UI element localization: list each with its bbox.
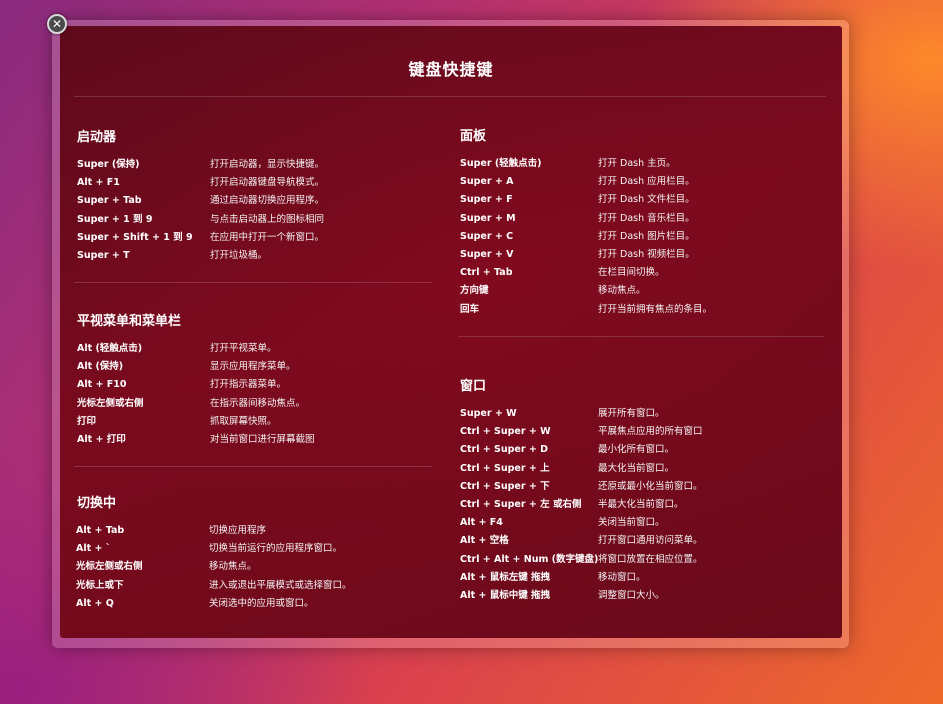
close-button[interactable]: ✕ bbox=[47, 14, 67, 34]
shortcut-key: Super + A bbox=[460, 176, 514, 188]
shortcut-description: 对当前窗口进行屏幕截图 bbox=[210, 433, 315, 445]
section-title-hud-menubar: 平视菜单和菜单栏 bbox=[77, 314, 182, 329]
shortcut-key: Super + T bbox=[77, 249, 130, 261]
shortcut-key: Ctrl + Alt + Num (数字键盘) bbox=[460, 553, 599, 565]
shortcut-description: 移动窗口。 bbox=[598, 571, 646, 583]
shortcut-description: 显示应用程序菜单。 bbox=[210, 361, 296, 373]
shortcut-key: Alt + F1 bbox=[77, 177, 120, 189]
shortcut-description: 打开 Dash 音乐栏目。 bbox=[598, 212, 695, 224]
shortcut-description: 平展焦点应用的所有窗口 bbox=[598, 426, 703, 438]
shortcut-key: Super + F bbox=[460, 194, 513, 206]
shortcut-description: 展开所有窗口。 bbox=[598, 408, 665, 419]
shortcut-key: Super + Shift + 1 到 9 bbox=[77, 231, 193, 243]
shortcut-description: 切换当前运行的应用程序窗口。 bbox=[209, 543, 343, 555]
shortcut-description: 打开 Dash 图片栏目。 bbox=[598, 230, 695, 242]
section-divider bbox=[74, 282, 432, 283]
shortcut-key: Super + C bbox=[460, 230, 514, 242]
shortcut-key: Super + W bbox=[460, 408, 517, 419]
shortcut-description: 打开启动器键盘导航模式。 bbox=[210, 177, 325, 189]
shortcut-description: 打开指示器菜单。 bbox=[210, 379, 287, 391]
shortcut-key: Super (保持) bbox=[77, 159, 140, 170]
shortcut-description: 通过启动器切换应用程序。 bbox=[210, 195, 325, 207]
section-title-windows: 窗口 bbox=[460, 379, 487, 394]
shortcut-description: 最小化所有窗口。 bbox=[598, 444, 675, 456]
shortcut-description: 关闭选中的应用或窗口。 bbox=[209, 597, 314, 609]
shortcut-key: Alt (保持) bbox=[77, 361, 124, 373]
section-title-launcher: 启动器 bbox=[77, 130, 117, 145]
shortcut-description: 移动焦点。 bbox=[209, 561, 257, 573]
shortcut-key: Ctrl + Super + D bbox=[460, 444, 549, 456]
shortcut-description: 最大化当前窗口。 bbox=[598, 462, 675, 474]
shortcut-key: 光标左侧或右侧 bbox=[77, 397, 144, 409]
shortcut-description: 打开平视菜单。 bbox=[210, 343, 277, 354]
shortcut-key: 方向键 bbox=[460, 285, 489, 297]
keyboard-shortcuts-panel: 键盘快捷键 启动器 Super (保持) 打开启动器，显示快捷键。 Alt + F1… bbox=[60, 26, 842, 638]
shortcut-key: Super + V bbox=[460, 248, 514, 260]
shortcut-key: Ctrl + Super + 上 bbox=[460, 462, 550, 474]
shortcut-key: 光标左侧或右侧 bbox=[76, 561, 143, 573]
shortcut-key: 打印 bbox=[77, 415, 97, 427]
shortcut-key: Ctrl + Super + 下 bbox=[460, 480, 550, 492]
shortcut-key: Alt + F4 bbox=[460, 517, 503, 529]
shortcut-key: Super (轻触点击) bbox=[460, 158, 542, 169]
shortcut-description: 打开垃圾桶。 bbox=[210, 249, 268, 261]
section-title-dash: 面板 bbox=[460, 129, 487, 144]
section-title-switching: 切换中 bbox=[77, 496, 117, 511]
shortcut-key: Alt + 打印 bbox=[77, 433, 126, 445]
shortcut-key: Ctrl + Super + 左 或右侧 bbox=[460, 498, 582, 510]
shortcut-description: 打开 Dash 主页。 bbox=[598, 158, 676, 169]
shortcut-key: Alt + ` bbox=[76, 543, 111, 555]
shortcut-description: 关闭当前窗口。 bbox=[598, 517, 665, 529]
shortcut-description: 打开当前拥有焦点的条目。 bbox=[598, 303, 713, 315]
shortcut-description: 在栏目间切换。 bbox=[598, 267, 665, 279]
shortcut-key: Alt (轻触点击) bbox=[77, 343, 143, 354]
close-icon: ✕ bbox=[51, 17, 63, 31]
shortcut-description: 打开启动器，显示快捷键。 bbox=[210, 159, 325, 170]
shortcut-key: Super + 1 到 9 bbox=[77, 213, 153, 225]
shortcut-description: 在应用中打开一个新窗口。 bbox=[210, 231, 325, 243]
shortcut-key: Alt + F10 bbox=[77, 379, 127, 391]
shortcut-description: 切换应用程序 bbox=[209, 525, 267, 536]
shortcut-key: 光标上或下 bbox=[76, 579, 124, 591]
shortcut-key: Ctrl + Super + W bbox=[460, 426, 551, 438]
shortcut-description: 还原或最小化当前窗口。 bbox=[598, 480, 703, 492]
shortcut-description: 与点击启动器上的图标相同 bbox=[210, 213, 325, 225]
shortcut-description: 打开 Dash 文件栏目。 bbox=[598, 194, 695, 206]
shortcut-key: Alt + Q bbox=[76, 597, 114, 609]
title-divider bbox=[74, 96, 826, 97]
section-divider bbox=[74, 466, 432, 467]
shortcut-description: 将窗口放置在相应位置。 bbox=[598, 553, 703, 565]
shortcut-description: 在指示器间移动焦点。 bbox=[210, 397, 306, 409]
shortcut-description: 打开 Dash 视频栏目。 bbox=[598, 248, 695, 260]
shortcut-key: Alt + 鼠标中键 拖拽 bbox=[460, 589, 551, 601]
shortcut-key: Ctrl + Tab bbox=[460, 267, 513, 279]
shortcut-key: Alt + 鼠标左键 拖拽 bbox=[460, 571, 551, 583]
shortcut-key: Super + Tab bbox=[77, 195, 142, 207]
shortcut-description: 打开窗口通用访问菜单。 bbox=[598, 535, 703, 547]
shortcut-key: Super + M bbox=[460, 212, 516, 224]
shortcut-key: Alt + 空格 bbox=[460, 535, 509, 547]
section-divider bbox=[458, 336, 824, 337]
shortcut-description: 打开 Dash 应用栏目。 bbox=[598, 176, 695, 188]
shortcut-description: 半最大化当前窗口。 bbox=[598, 498, 684, 510]
shortcut-description: 移动焦点。 bbox=[598, 285, 646, 297]
shortcut-description: 抓取屏幕快照。 bbox=[210, 415, 277, 427]
shortcut-key: Alt + Tab bbox=[76, 525, 125, 536]
panel-title: 键盘快捷键 bbox=[408, 60, 494, 79]
shortcut-description: 进入或退出平展模式或选择窗口。 bbox=[209, 579, 352, 591]
shortcut-key: 回车 bbox=[460, 303, 480, 315]
shortcut-description: 调整窗口大小。 bbox=[598, 589, 665, 601]
